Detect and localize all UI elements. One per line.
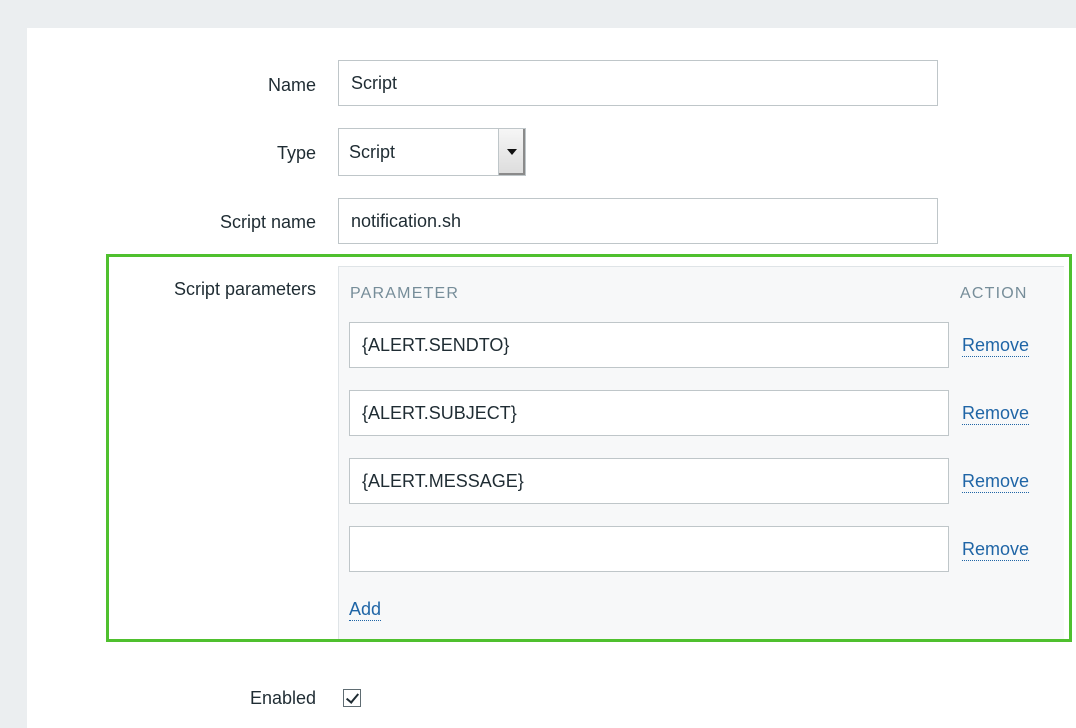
name-label: Name	[267, 75, 316, 95]
script-name-field[interactable]: notification.sh	[338, 198, 938, 244]
script-parameters-highlight	[106, 254, 1072, 642]
chevron-down-icon[interactable]	[498, 129, 525, 175]
type-select-value: Script	[349, 142, 396, 162]
name-field[interactable]: Script	[338, 60, 938, 106]
type-select[interactable]: Script	[338, 128, 526, 176]
enabled-checkbox[interactable]	[343, 689, 361, 707]
checkmark-icon	[345, 690, 360, 704]
type-label: Type	[276, 143, 316, 163]
script-name-label: Script name	[219, 212, 316, 232]
enabled-label: Enabled	[249, 688, 316, 708]
